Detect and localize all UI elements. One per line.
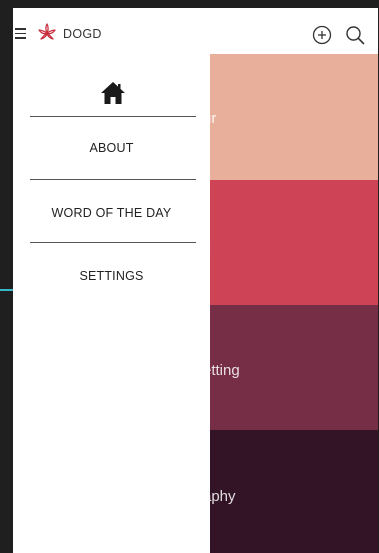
app-brand-name: DOGD [63, 27, 102, 41]
menu-item-about[interactable]: ABOUT [13, 141, 210, 155]
drawer-divider [30, 116, 196, 117]
home-icon[interactable] [99, 80, 127, 106]
drawer-divider [30, 242, 196, 243]
window-frame-top [0, 0, 379, 8]
search-icon[interactable] [344, 24, 366, 46]
app-window: DOGD ur t etting aphy ABOUT [13, 8, 378, 553]
menu-item-word-of-the-day[interactable]: WORD OF THE DAY [13, 206, 210, 220]
window-frame-left [0, 0, 13, 553]
navigation-drawer: ABOUT WORD OF THE DAY SETTINGS [13, 54, 210, 553]
hamburger-icon[interactable] [15, 28, 26, 39]
accent-line [0, 289, 13, 291]
flower-logo-icon[interactable] [37, 22, 57, 42]
menu-item-settings[interactable]: SETTINGS [13, 269, 210, 283]
top-bar: DOGD [13, 8, 378, 54]
drawer-divider [30, 179, 196, 180]
add-circle-icon[interactable] [311, 24, 333, 46]
